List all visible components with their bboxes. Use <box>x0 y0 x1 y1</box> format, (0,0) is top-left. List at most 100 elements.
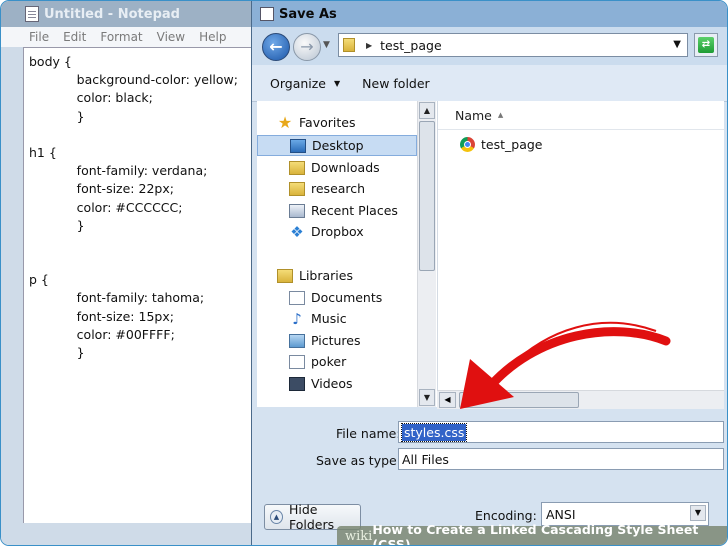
menu-edit[interactable]: Edit <box>63 30 86 44</box>
collapse-chevron-icon: ▲ <box>270 510 283 524</box>
dropbox-icon: ❖ <box>290 222 304 241</box>
red-arrow-annotation <box>460 321 671 409</box>
new-folder-button[interactable]: New folder <box>362 76 430 91</box>
poker-icon <box>289 354 305 369</box>
menu-help[interactable]: Help <box>199 30 226 44</box>
sort-ascending-icon: ▲ <box>497 111 504 119</box>
tree-item-label: Recent Places <box>311 203 398 218</box>
menu-format[interactable]: Format <box>100 30 142 44</box>
dialog-icon <box>260 7 274 21</box>
code-line: font-size: 22px; <box>29 181 174 197</box>
wiki-logo: wiki <box>345 529 373 544</box>
address-dropdown-icon[interactable]: ▼ <box>673 39 681 50</box>
notepad-title: Untitled - Notepad <box>44 6 180 22</box>
folder-icon <box>289 181 305 196</box>
css-code: body { background-color: yellow; color: … <box>29 53 238 362</box>
menu-view[interactable]: View <box>157 30 185 44</box>
music-icon: ♪ <box>292 309 302 328</box>
code-line: } <box>29 345 85 360</box>
tree-item-dropbox[interactable]: ❖ Dropbox <box>289 221 363 242</box>
scroll-up-icon[interactable]: ▲ <box>419 102 435 119</box>
organize-button[interactable]: Organize <box>270 76 326 91</box>
breadcrumb-chevron-icon[interactable]: ▶ <box>366 41 372 50</box>
forward-arrow-icon[interactable]: → <box>293 33 321 61</box>
notepad-titlebar: Untitled - Notepad <box>1 1 253 27</box>
libraries-icon <box>277 268 293 283</box>
file-name: test_page <box>481 137 543 152</box>
dialog-titlebar: Save As <box>252 1 727 27</box>
tree-item-favorites[interactable]: ★ Favorites <box>277 112 417 133</box>
scroll-down-icon[interactable]: ▼ <box>419 389 435 406</box>
code-line: font-family: verdana; <box>29 163 208 179</box>
tree-item-desktop[interactable]: Desktop <box>257 135 417 156</box>
downloads-folder-icon <box>289 160 305 175</box>
column-header-label: Name <box>455 107 492 123</box>
notepad-icon <box>25 6 39 22</box>
address-bar[interactable]: ▶ test_page ▼ <box>338 33 688 57</box>
star-icon: ★ <box>277 112 293 132</box>
tree-item-music[interactable]: ♪ Music <box>289 308 347 329</box>
file-item[interactable]: test_page <box>460 137 542 152</box>
save-type-select[interactable]: All Files <box>398 448 724 470</box>
videos-icon <box>289 376 305 391</box>
organize-dropdown-icon[interactable]: ▼ <box>334 79 340 88</box>
notepad-left-edge <box>1 47 23 523</box>
tree-item-label: Videos <box>311 376 353 391</box>
back-arrow-icon[interactable]: ← <box>262 33 290 61</box>
tree-vertical-scrollbar[interactable]: ▲ ▼ <box>417 101 436 407</box>
save-type-label: Save as type: <box>316 453 401 468</box>
history-dropdown-icon[interactable]: ▼ <box>323 40 330 50</box>
tree-item-research[interactable]: research <box>289 178 365 199</box>
file-name-label: File name: <box>336 426 401 441</box>
recent-places-icon <box>289 203 305 218</box>
tree-item-poker[interactable]: poker <box>289 351 346 372</box>
desktop-icon <box>290 138 306 153</box>
tree-item-label: Favorites <box>299 115 356 130</box>
tree-item-label: Music <box>311 311 347 326</box>
tree-item-label: research <box>311 181 366 196</box>
code-line: color: black; <box>29 90 153 106</box>
tree-item-label: Documents <box>311 290 383 305</box>
code-line: body { <box>29 54 72 69</box>
tree-item-label: Pictures <box>311 333 361 348</box>
save-type-value: All Files <box>402 451 449 467</box>
notepad-bottom-edge <box>1 523 253 545</box>
pictures-icon <box>289 333 305 348</box>
address-row: ← → ▼ ▶ test_page ▼ ⇄ <box>252 27 727 65</box>
tree-item-libraries[interactable]: Libraries <box>277 265 353 286</box>
encoding-dropdown-icon[interactable]: ▼ <box>690 505 706 521</box>
file-name-input[interactable]: styles.css <box>398 421 724 443</box>
wikihow-banner: wiki How to Create a Linked Cascading St… <box>337 522 727 545</box>
tree-item-downloads[interactable]: Downloads <box>289 157 380 178</box>
tree-item-videos[interactable]: Videos <box>289 373 353 394</box>
encoding-value: ANSI <box>546 506 576 522</box>
notepad-text-area[interactable]: body { background-color: yellow; color: … <box>23 47 254 524</box>
documents-icon <box>289 290 305 305</box>
code-line: color: #00FFFF; <box>29 326 175 342</box>
menu-file[interactable]: File <box>29 30 49 44</box>
tree-item-recent-places[interactable]: Recent Places <box>289 200 398 221</box>
tree-item-label: Downloads <box>311 160 380 175</box>
tree-item-label: poker <box>311 354 347 369</box>
tree-item-pictures[interactable]: Pictures <box>289 330 361 351</box>
dialog-toolbar: Organize ▼ New folder <box>252 65 727 102</box>
code-line: color: #CCCCCC; <box>29 199 183 215</box>
breadcrumb-current[interactable]: test_page <box>380 38 441 53</box>
screenshot-frame: Untitled - Notepad File Edit Format View… <box>0 0 728 546</box>
refresh-icon: ⇄ <box>698 37 714 53</box>
code-line: background-color: yellow; <box>29 72 238 88</box>
folder-tree: ★ Favorites Desktop Downloads research R… <box>257 101 419 407</box>
code-line: h1 { <box>29 144 57 160</box>
tree-item-label: Desktop <box>312 138 364 153</box>
scroll-thumb[interactable] <box>419 121 435 271</box>
refresh-button[interactable]: ⇄ <box>694 33 718 57</box>
scroll-left-icon[interactable]: ◀ <box>439 392 456 408</box>
file-name-value: styles.css <box>400 422 468 442</box>
chrome-icon <box>460 137 475 152</box>
code-line: font-family: tahoma; <box>29 290 205 306</box>
tree-item-documents[interactable]: Documents <box>289 287 382 308</box>
column-header-name[interactable]: Name ▲ <box>438 101 724 130</box>
